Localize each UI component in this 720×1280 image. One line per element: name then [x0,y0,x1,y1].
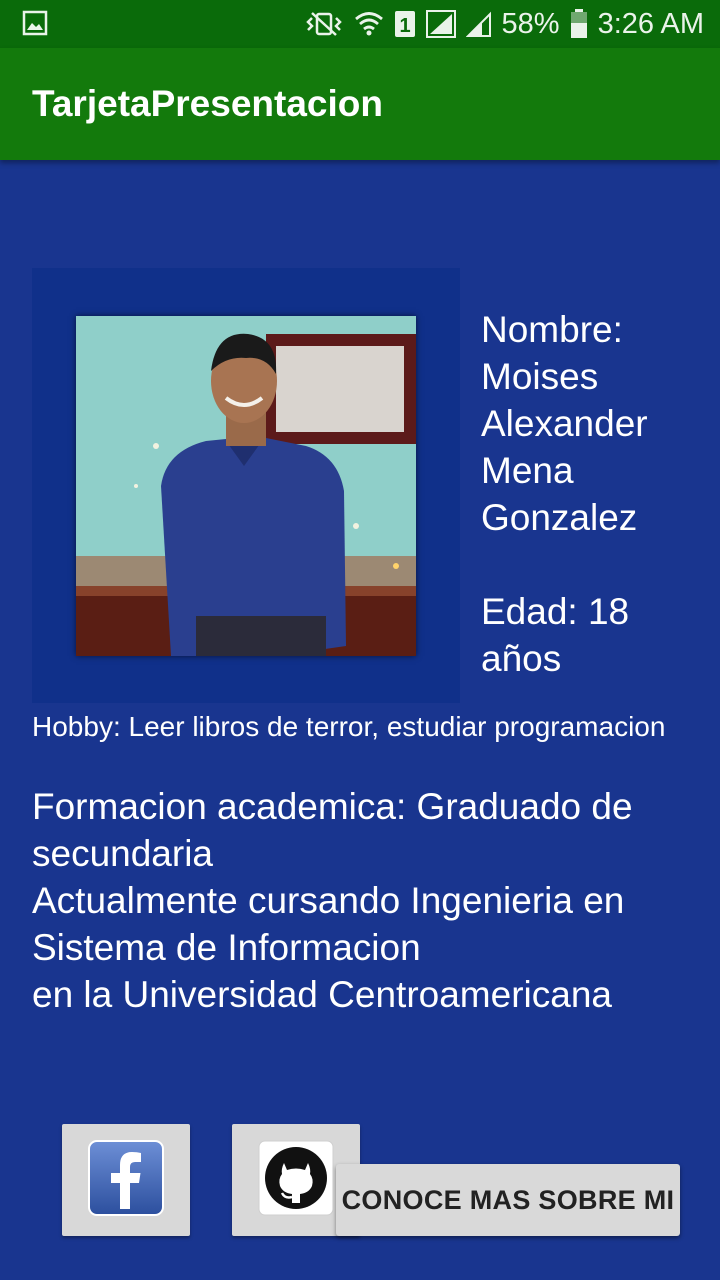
battery-percent: 58% [501,7,560,40]
app-title: TarjetaPresentacion [32,83,383,124]
hobby-text: Hobby: Leer libros de terror, estudiar p… [32,711,666,742]
photo-frame [32,268,460,703]
signal-icon [425,10,456,38]
education-text: Formacion academica: Graduado de secunda… [32,786,633,1015]
battery-icon [570,9,588,39]
profile-photo [76,316,416,656]
sim-icon: 1 [394,10,416,38]
status-bar: 1 58% 3:26 AM [0,0,720,48]
name-text: Nombre: Moises Alexander Mena Gonzalez [481,309,648,538]
gallery-icon [22,10,48,36]
vibrate-icon [304,11,344,37]
app-bar: TarjetaPresentacion [0,48,720,160]
signal-icon [465,10,492,38]
facebook-icon [87,1139,165,1222]
wifi-icon [354,10,384,38]
sim-slot-number: 1 [399,15,410,37]
facebook-button[interactable] [62,1124,190,1236]
age-text: Edad: 18 años [481,591,630,679]
know-more-button[interactable]: CONOCE MAS SOBRE MI [336,1164,680,1236]
clock: 3:26 AM [597,7,704,40]
info-block: Nombre: Moises Alexander Mena Gonzalez E… [481,306,711,682]
github-icon [257,1139,335,1222]
